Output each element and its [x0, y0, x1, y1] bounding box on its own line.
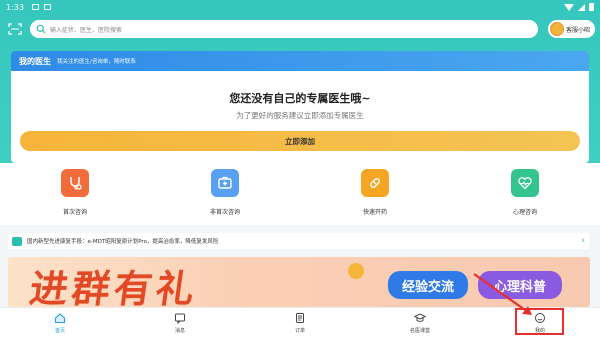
- my-doctor-card: 我的医生 我关注的医生/咨询单，随时联系 您还没有自己的专属医生哦~ 为了更好的…: [11, 51, 589, 163]
- service-label: 快速开药: [362, 209, 387, 216]
- assistant-label: 客服小昭: [566, 26, 591, 34]
- wifi-icon: [564, 3, 574, 11]
- stethoscope-icon: [61, 169, 89, 197]
- chevron-right-icon: ›: [581, 236, 585, 246]
- battery-icon: [589, 3, 594, 11]
- banner-bubble-experience: 经验交流: [388, 271, 468, 299]
- medical-kit-icon: [211, 169, 239, 197]
- nav-home[interactable]: 首页: [0, 308, 120, 337]
- service-psychological-consultation[interactable]: 心理咨询: [450, 163, 600, 225]
- search-icon: [36, 24, 46, 34]
- my-doctor-title: 我的医生: [19, 56, 51, 66]
- coin-icon: [348, 263, 364, 279]
- nav-label: 名医课堂: [409, 328, 430, 334]
- search-placeholder: 输入症状、医生、医院搜索: [50, 26, 123, 34]
- assistant-avatar-icon: [550, 22, 564, 36]
- search-input[interactable]: 输入症状、医生、医院搜索: [30, 20, 538, 38]
- app-notification-icon: [43, 4, 51, 10]
- scan-icon: [8, 23, 22, 35]
- service-first-consultation[interactable]: 首次咨询: [0, 163, 150, 225]
- home-icon: [54, 312, 66, 324]
- service-label: 首次咨询: [62, 209, 87, 216]
- mail-icon: [12, 236, 22, 246]
- heart-pulse-icon: [511, 169, 539, 197]
- signal-icon: [578, 3, 585, 11]
- empty-doctor-subtitle: 为了更好的服务建议立即添加专属医生: [236, 111, 364, 120]
- service-label: 心理咨询: [512, 209, 537, 216]
- banner-title: 进群有礼: [26, 267, 202, 307]
- status-bar: 1:33: [0, 0, 600, 14]
- nav-messages[interactable]: 消息: [120, 308, 240, 337]
- status-time: 1:33: [6, 2, 24, 12]
- order-icon: [294, 312, 306, 324]
- customer-service-button[interactable]: 客服小昭: [548, 20, 595, 38]
- empty-doctor-title: 您还没有自己的专属医生哦~: [229, 92, 371, 105]
- service-quick-prescription[interactable]: 快速开药: [300, 163, 450, 225]
- annotation-highlight-box: [515, 308, 564, 335]
- nav-orders[interactable]: 订单: [240, 308, 360, 337]
- nav-label: 订单: [294, 328, 305, 334]
- pill-icon: [361, 169, 389, 197]
- message-icon: [174, 312, 186, 324]
- gallery-notification-icon: [31, 4, 39, 10]
- service-label: 非首次咨询: [209, 209, 240, 216]
- my-doctor-subtitle: 我关注的医生/咨询单，随时联系: [57, 59, 136, 65]
- add-doctor-button[interactable]: 立即添加: [20, 131, 580, 151]
- graduation-cap-icon: [414, 312, 426, 324]
- nav-label: 消息: [174, 328, 185, 334]
- service-follow-up-consultation[interactable]: 非首次咨询: [150, 163, 300, 225]
- announcement-text: 国内新型先进康复手段：e-MDT昭阳复原计划Pro，提高治愈率，降低复发风险: [27, 239, 219, 245]
- announcement-bar[interactable]: 国内新型先进康复手段：e-MDT昭阳复原计划Pro，提高治愈率，降低复发风险 ›: [8, 233, 590, 249]
- scan-button[interactable]: [7, 22, 23, 36]
- nav-label: 首页: [54, 328, 65, 334]
- service-grid: 首次咨询 非首次咨询 快速开药 心理咨询: [0, 163, 600, 225]
- my-doctor-header: 我的医生 我关注的医生/咨询单，随时联系: [11, 51, 589, 71]
- nav-doctor-classroom[interactable]: 名医课堂: [360, 308, 480, 337]
